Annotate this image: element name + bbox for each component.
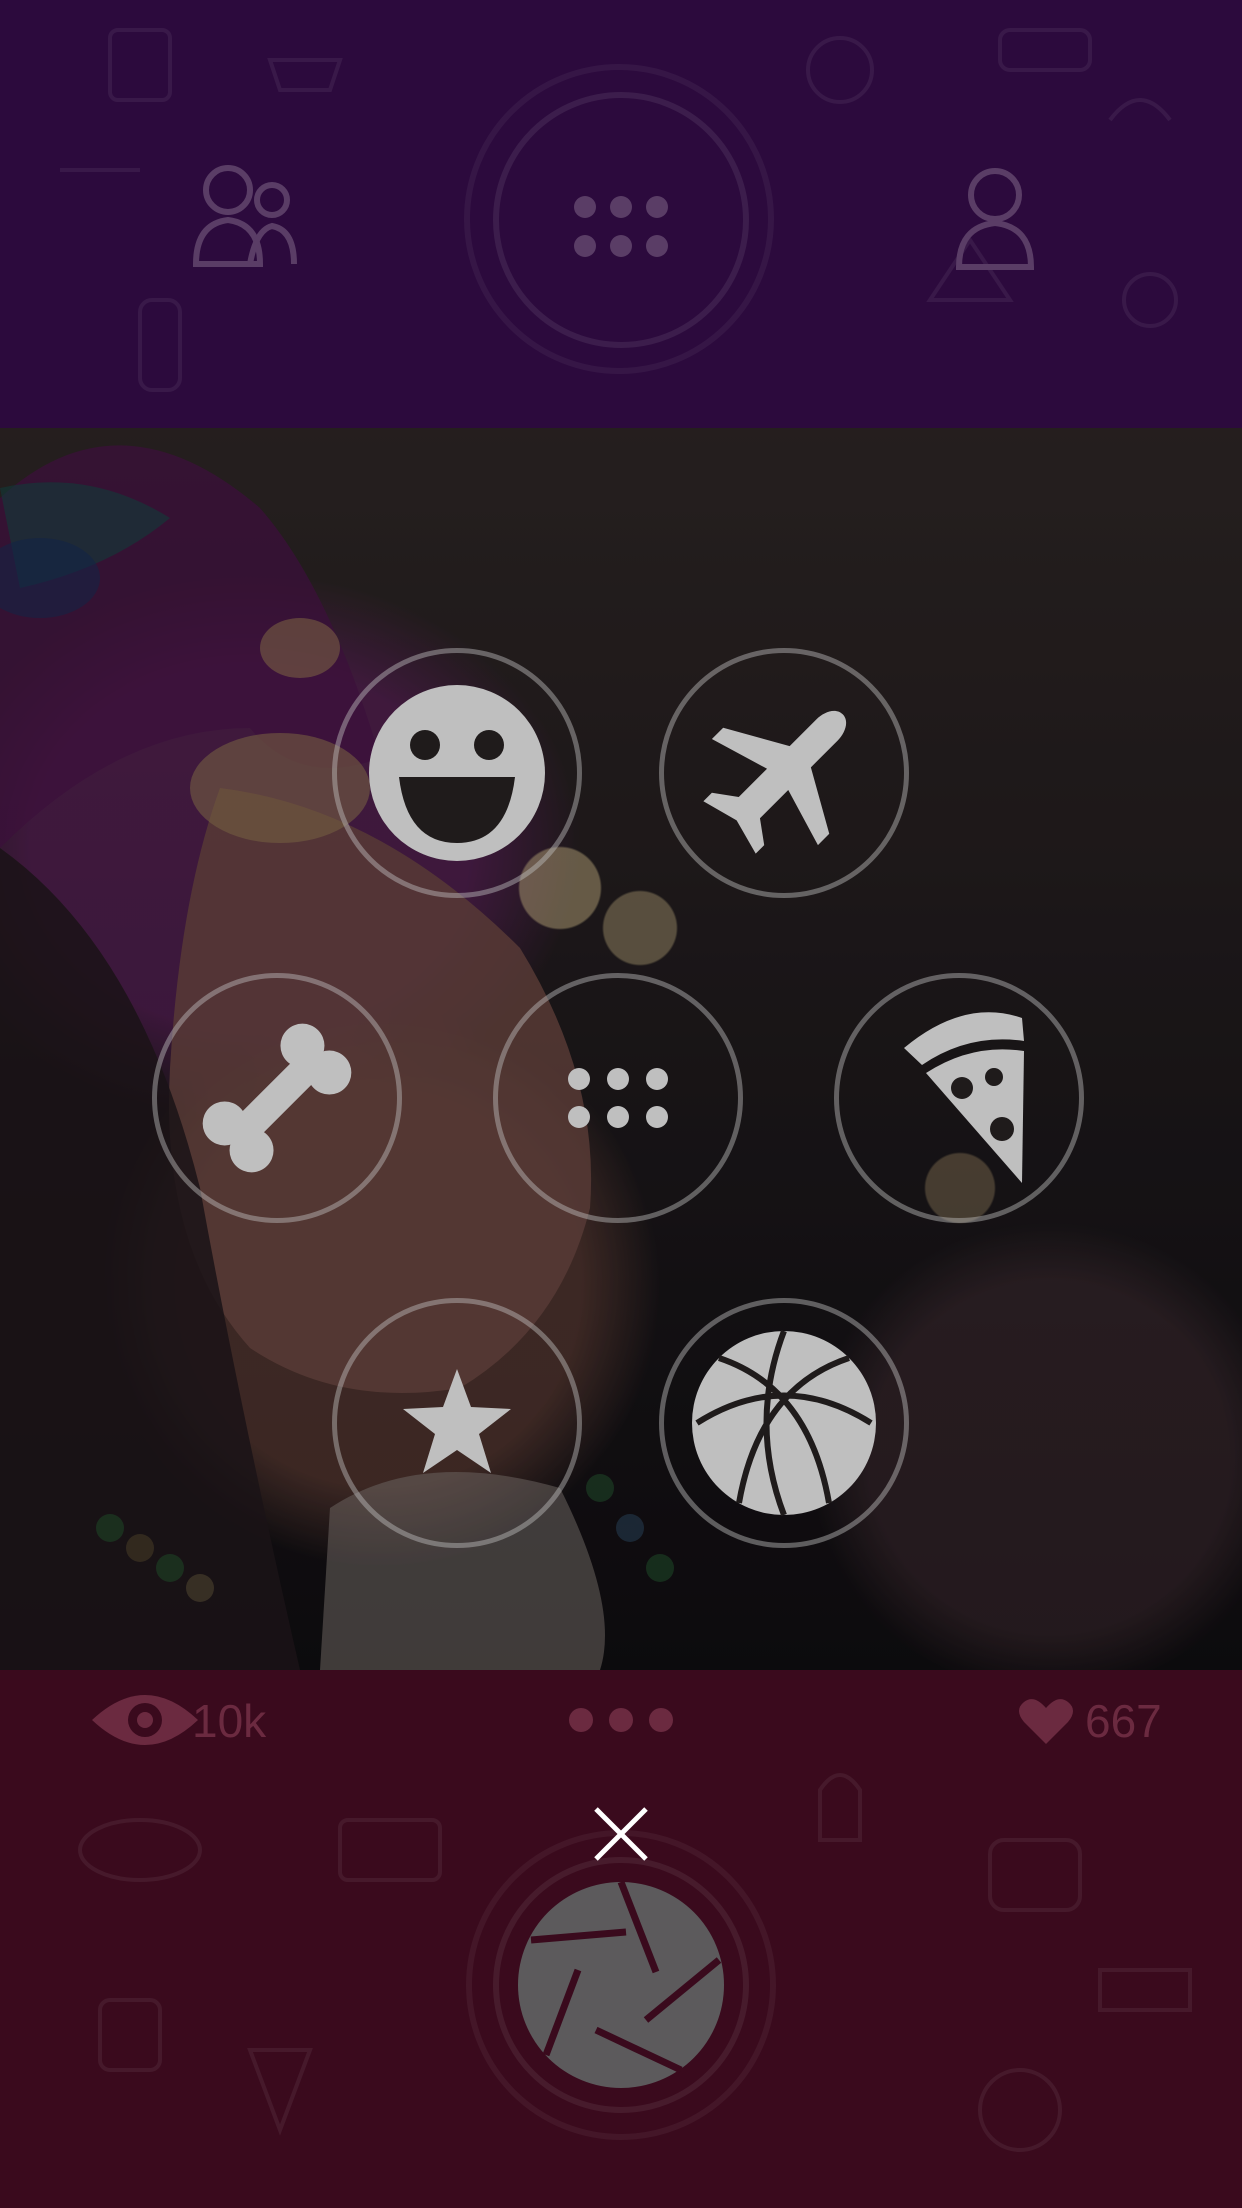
- profile-button[interactable]: [955, 165, 1035, 275]
- category-button-all[interactable]: [493, 973, 743, 1223]
- basketball-icon: [692, 1329, 876, 1517]
- camera-shutter-icon: [518, 1880, 724, 2088]
- photo-background: [0, 428, 1242, 1670]
- category-button-favorites[interactable]: [332, 1298, 582, 1548]
- friends-button[interactable]: [190, 160, 300, 280]
- bone-icon: [202, 1023, 352, 1173]
- more-options-button[interactable]: [565, 1704, 677, 1736]
- category-button-travel[interactable]: [659, 648, 909, 898]
- heart-icon[interactable]: [1018, 1696, 1074, 1746]
- more-dots-icon: [569, 1708, 673, 1732]
- menu-dots-icon: [574, 196, 668, 257]
- profile-icon: [955, 168, 1035, 270]
- star-icon: [403, 1369, 511, 1473]
- menu-button[interactable]: [493, 92, 749, 348]
- friends-icon: [192, 165, 297, 267]
- category-button-pets[interactable]: [152, 973, 402, 1223]
- category-button-food[interactable]: [834, 973, 1084, 1223]
- category-button-smiley[interactable]: [332, 648, 582, 898]
- masked-person-photo: [0, 428, 1242, 1670]
- pizza-icon: [904, 1012, 1024, 1183]
- category-button-sports[interactable]: [659, 1298, 909, 1548]
- camera-button[interactable]: [493, 1857, 749, 2113]
- airplane-icon: [703, 710, 847, 854]
- views-count: 10k: [192, 1695, 267, 1747]
- grid-dots-icon: [568, 1068, 668, 1128]
- smiley-icon: [369, 685, 545, 861]
- views-icon: [92, 1695, 198, 1745]
- likes-count: 667: [1085, 1695, 1162, 1747]
- top-bar: [0, 0, 1242, 428]
- stats-row: 10k 667: [0, 1670, 1242, 1770]
